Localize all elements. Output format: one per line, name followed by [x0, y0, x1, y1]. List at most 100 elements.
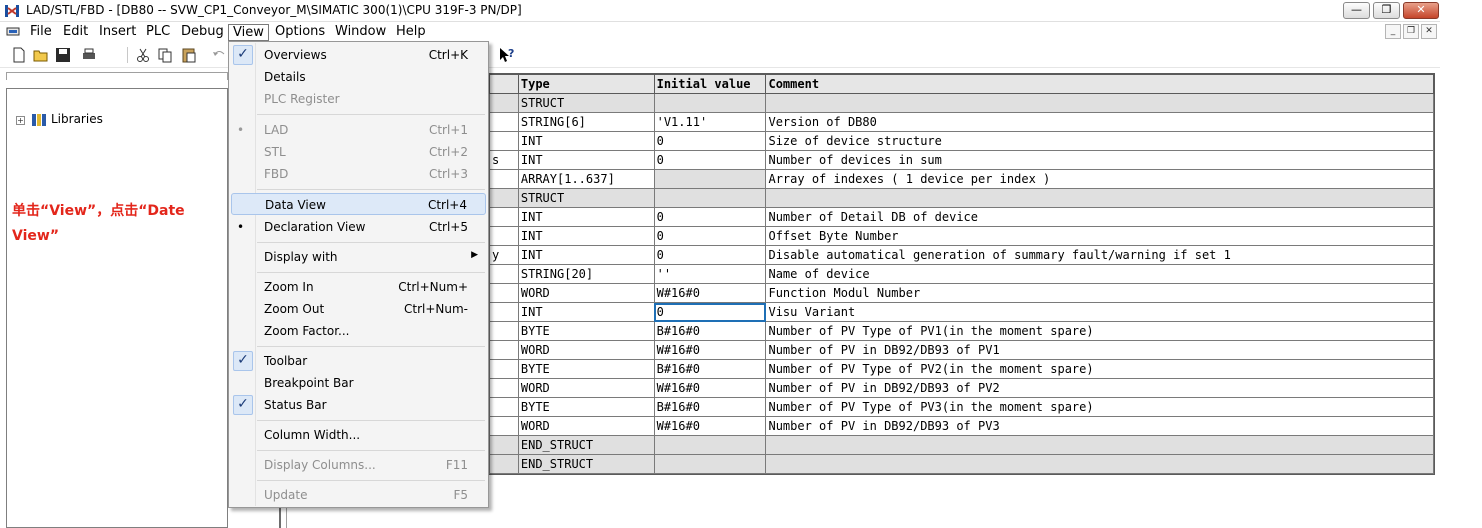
cell-comment[interactable]: [765, 435, 1434, 455]
cell-type[interactable]: WORD: [517, 340, 655, 360]
cell-comment[interactable]: Size of device structure: [765, 131, 1434, 151]
table-row[interactable]: END_STRUCT: [489, 435, 1434, 455]
column-header-type[interactable]: Type: [517, 74, 655, 94]
cell-name[interactable]: y: [489, 245, 519, 265]
cell-type[interactable]: BYTE: [517, 359, 655, 379]
cell-comment[interactable]: [765, 188, 1434, 208]
menu-item-column-width[interactable]: Column Width...: [231, 424, 486, 446]
mdi-restore-button[interactable]: ❐: [1403, 24, 1419, 39]
menu-item-toolbar[interactable]: ✓ Toolbar: [231, 350, 486, 372]
undo-icon[interactable]: [210, 46, 228, 64]
close-button[interactable]: ✕: [1403, 2, 1439, 19]
cell-name[interactable]: [489, 416, 519, 436]
cell-initial-value[interactable]: [653, 454, 767, 474]
save-icon[interactable]: [54, 46, 72, 64]
table-row[interactable]: WORD W#16#0 Number of PV in DB92/DB93 of P…: [489, 340, 1434, 360]
table-row[interactable]: STRING[6] 'V1.11' Version of DB80: [489, 112, 1434, 132]
cell-initial-value[interactable]: [653, 93, 767, 113]
cell-type[interactable]: STRING[20]: [517, 264, 655, 284]
cell-initial-value[interactable]: 0: [653, 131, 767, 151]
cell-name[interactable]: [489, 93, 519, 113]
menu-item-data-view[interactable]: Data View Ctrl+4: [231, 193, 486, 215]
cell-name[interactable]: [489, 359, 519, 379]
paste-icon[interactable]: [180, 46, 198, 64]
cell-initial-value[interactable]: W#16#0: [653, 283, 767, 303]
mdi-close-button[interactable]: ✕: [1421, 24, 1437, 39]
cell-comment[interactable]: Version of DB80: [765, 112, 1434, 132]
menu-item-update[interactable]: Update F5: [231, 484, 486, 506]
table-row[interactable]: END_STRUCT: [489, 454, 1434, 474]
cell-comment[interactable]: [765, 454, 1434, 474]
cell-initial-value[interactable]: W#16#0: [653, 416, 767, 436]
cell-name[interactable]: [489, 397, 519, 417]
cell-comment[interactable]: Number of PV in DB92/DB93 of PV2: [765, 378, 1434, 398]
cell-comment[interactable]: Disable automatical generation of summar…: [765, 245, 1434, 265]
cell-initial-value[interactable]: [653, 169, 767, 189]
cut-icon[interactable]: [134, 46, 152, 64]
cell-comment[interactable]: Number of PV in DB92/DB93 of PV3: [765, 416, 1434, 436]
cell-initial-value[interactable]: 'V1.11': [653, 112, 767, 132]
cell-type[interactable]: WORD: [517, 378, 655, 398]
context-help-icon[interactable]: ?: [498, 46, 516, 64]
menu-item-fbd[interactable]: FBD Ctrl+3: [231, 163, 486, 185]
cell-name[interactable]: [489, 188, 519, 208]
cell-type[interactable]: INT: [517, 150, 655, 170]
table-row[interactable]: STRUCT: [489, 188, 1434, 208]
table-row[interactable]: WORD W#16#0 Function Modul Number: [489, 283, 1434, 303]
cell-name[interactable]: [489, 378, 519, 398]
table-row[interactable]: BYTE B#16#0 Number of PV Type of PV2(in th…: [489, 359, 1434, 379]
cell-initial-value[interactable]: '': [653, 264, 767, 284]
menu-insert[interactable]: Insert: [95, 24, 140, 41]
cell-comment[interactable]: Number of PV in DB92/DB93 of PV1: [765, 340, 1434, 360]
cell-initial-value[interactable]: 0: [653, 245, 767, 265]
table-row[interactable]: INT 0 Size of device structure: [489, 131, 1434, 151]
table-row[interactable]: s INT 0 Number of devices in sum: [489, 150, 1434, 170]
cell-initial-value[interactable]: B#16#0: [653, 397, 767, 417]
cell-initial-value[interactable]: 0: [653, 150, 767, 170]
table-row[interactable]: STRUCT: [489, 93, 1434, 113]
menu-edit[interactable]: Edit: [59, 24, 92, 41]
cell-initial-value[interactable]: B#16#0: [653, 359, 767, 379]
cell-initial-value[interactable]: W#16#0: [653, 378, 767, 398]
menu-item-lad[interactable]: • LAD Ctrl+1: [231, 119, 486, 141]
table-row[interactable]: BYTE B#16#0 Number of PV Type of PV1(in th…: [489, 321, 1434, 341]
menu-view[interactable]: View: [228, 24, 269, 41]
cell-name[interactable]: [489, 340, 519, 360]
menu-item-status-bar[interactable]: ✓ Status Bar: [231, 394, 486, 416]
cell-type[interactable]: STRING[6]: [517, 112, 655, 132]
cell-initial-value[interactable]: 0: [653, 226, 767, 246]
cell-comment[interactable]: Number of Detail DB of device: [765, 207, 1434, 227]
cell-type[interactable]: WORD: [517, 416, 655, 436]
cell-comment[interactable]: Number of PV Type of PV3(in the moment s…: [765, 397, 1434, 417]
table-row[interactable]: BYTE B#16#0 Number of PV Type of PV3(in th…: [489, 397, 1434, 417]
open-folder-icon[interactable]: [32, 46, 50, 64]
document-window-icon[interactable]: [6, 25, 20, 38]
menu-item-breakpoint-bar[interactable]: Breakpoint Bar: [231, 372, 486, 394]
menu-item-overviews[interactable]: ✓ Overviews Ctrl+K: [231, 44, 486, 66]
menu-item-plc-register[interactable]: PLC Register: [231, 88, 486, 110]
menu-item-declaration-view[interactable]: • Declaration View Ctrl+5: [231, 216, 486, 238]
cell-type[interactable]: INT: [517, 245, 655, 265]
new-icon[interactable]: [10, 46, 28, 64]
column-header-name[interactable]: [489, 74, 519, 94]
cell-name[interactable]: [489, 112, 519, 132]
print-icon[interactable]: [80, 46, 98, 64]
table-row[interactable]: INT 0 Number of Detail DB of device: [489, 207, 1434, 227]
cell-comment[interactable]: [765, 93, 1434, 113]
cell-comment[interactable]: Function Modul Number: [765, 283, 1434, 303]
cell-comment[interactable]: Number of PV Type of PV1(in the moment s…: [765, 321, 1434, 341]
menu-file[interactable]: File: [26, 24, 56, 41]
cell-comment[interactable]: Number of devices in sum: [765, 150, 1434, 170]
cell-type[interactable]: INT: [517, 226, 655, 246]
menu-item-zoom-factor[interactable]: Zoom Factor...: [231, 320, 486, 342]
cell-initial-value[interactable]: [653, 188, 767, 208]
cell-name[interactable]: [489, 264, 519, 284]
cell-name[interactable]: [489, 302, 519, 322]
cell-comment[interactable]: Visu Variant: [765, 302, 1434, 322]
cell-name[interactable]: [489, 283, 519, 303]
cell-comment[interactable]: Array of indexes ( 1 device per index ): [765, 169, 1434, 189]
cell-type[interactable]: END_STRUCT: [517, 454, 655, 474]
copy-icon[interactable]: [156, 46, 174, 64]
cell-name[interactable]: [489, 207, 519, 227]
expand-icon[interactable]: +: [16, 116, 25, 125]
